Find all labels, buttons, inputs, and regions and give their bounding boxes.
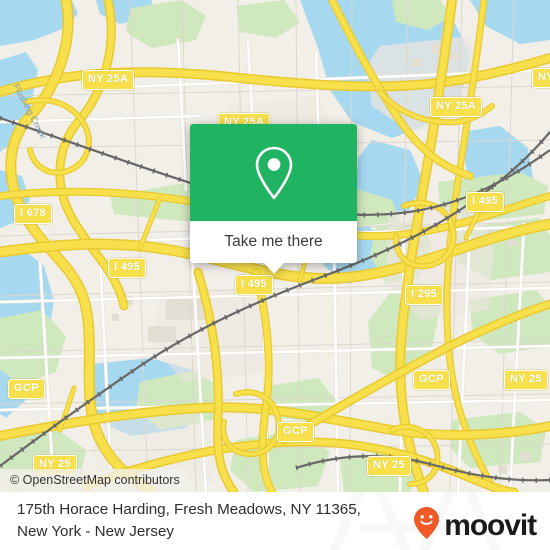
- address-line-2: New York - New Jersey: [17, 523, 174, 540]
- location-popup-card[interactable]: Take me there: [190, 124, 357, 274]
- road-shield-ny-25-south: NY 25: [367, 456, 411, 476]
- moovit-logo[interactable]: moovit: [413, 506, 537, 545]
- address-line-1: 175th Horace Harding, Fresh Meadows, NY …: [17, 501, 361, 518]
- road-shield-i-495-west: I 495: [108, 258, 146, 278]
- road-shield-i-678: I 678: [14, 204, 52, 224]
- road-shield-i-495-east: I 495: [466, 192, 504, 212]
- moovit-pin-icon: [413, 506, 440, 545]
- osm-attribution: © OpenStreetMap contributors: [0, 469, 188, 492]
- popup-icon-area: [190, 124, 357, 221]
- road-shield-gcp-east: GCP: [413, 370, 450, 390]
- road-shield-i-295: I 295: [405, 285, 443, 305]
- road-shield-gcp-south: GCP: [277, 422, 314, 442]
- road-shield-ny-25a-north-east: NY 25A: [430, 97, 483, 117]
- location-address: 175th Horace Harding, Fresh Meadows, NY …: [17, 499, 402, 543]
- moovit-wordmark: moovit: [444, 508, 537, 542]
- road-shield-ny-25a-north-west: NY 25A: [82, 70, 135, 90]
- footer-bar: 175th Horace Harding, Fresh Meadows, NY …: [0, 492, 550, 550]
- road-shield-ny-25-east: NY 25: [504, 370, 548, 390]
- moovit-map-card: .water{fill:#a6d8f0} .park{fill:#cfe8bd}…: [0, 0, 550, 550]
- take-me-there-button[interactable]: Take me there: [190, 221, 357, 263]
- road-shield-ny-partial-edge: NY: [532, 68, 550, 88]
- popup-tail: [263, 263, 284, 274]
- map-pin-icon: [253, 145, 295, 201]
- road-shield-i-495-center: I 495: [235, 275, 273, 295]
- road-shield-gcp-west: GCP: [8, 379, 45, 399]
